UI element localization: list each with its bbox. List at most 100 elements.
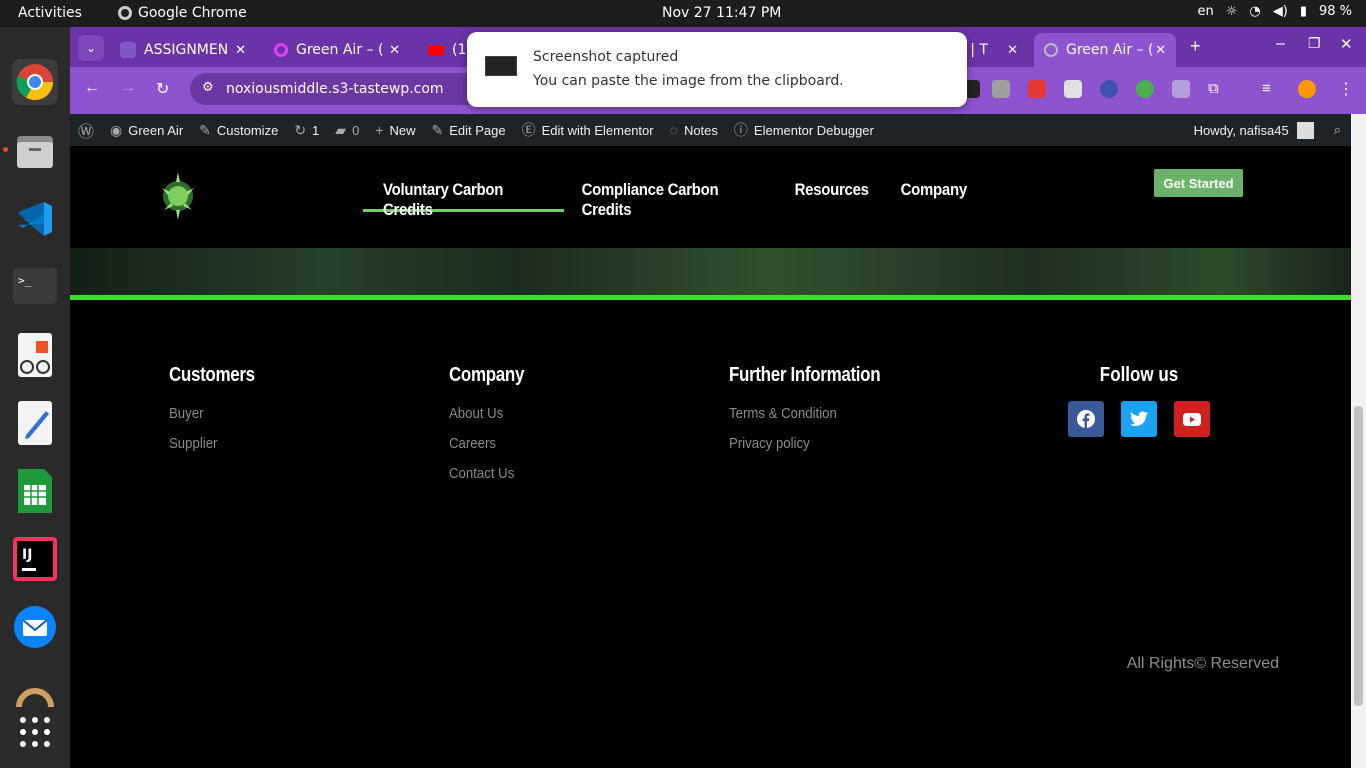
svg-text:IJ: IJ (22, 547, 32, 563)
close-window-icon[interactable]: ✕ (1340, 35, 1353, 53)
nav-compliance-carbon-credits[interactable]: Compliance Carbon Credits (564, 176, 751, 219)
wp-edit-page[interactable]: ✎ Edit Page (424, 122, 514, 139)
tab-search-chevron-icon[interactable]: ⌄ (78, 35, 104, 61)
document-viewer-dock-icon[interactable] (12, 332, 58, 378)
thunderbird-dock-icon[interactable] (12, 604, 58, 650)
pen-extension-icon[interactable] (1172, 80, 1190, 98)
footer-link-supplier[interactable]: Supplier (169, 435, 258, 452)
green-air-logo[interactable] (156, 168, 200, 222)
text-editor-dock-icon[interactable] (12, 400, 58, 446)
notes-extension-icon[interactable] (1064, 80, 1082, 98)
screenshot-notification[interactable]: Screenshot captured You can paste the im… (467, 32, 967, 107)
brightness-icon: ☼ (1225, 4, 1238, 19)
tab-title: Green Air – ( (296, 42, 384, 58)
nav-label: Voluntary Carbon Credits (383, 180, 504, 219)
new-tab-button[interactable]: + (1190, 36, 1201, 57)
puzzle-extensions-icon[interactable]: ⧉ (1208, 80, 1226, 98)
wordpress-icon: Ⓦ (78, 124, 95, 141)
intellij-dock-icon[interactable]: IJ (12, 536, 58, 582)
reload-icon[interactable]: ↻ (156, 79, 169, 99)
nav-voluntary-carbon-credits[interactable]: Voluntary Carbon Credits (363, 176, 564, 219)
wp-comments[interactable]: ▰ 0 (327, 122, 367, 139)
hero-image-strip (70, 248, 1351, 296)
site-info-icon[interactable]: ⚙ (202, 80, 214, 95)
youtube-favicon-icon (428, 44, 444, 56)
spreadsheet-dock-icon[interactable] (12, 468, 58, 514)
facebook-icon[interactable] (1068, 401, 1104, 437)
terminal-dock-icon[interactable]: >_ (12, 263, 58, 309)
footer-link-terms[interactable]: Terms & Condition (729, 405, 886, 422)
show-apps-grid-icon[interactable] (12, 709, 58, 755)
main-navigation: Voluntary Carbon Credits Compliance Carb… (363, 176, 983, 219)
social-icons (1068, 401, 1210, 437)
app-menu[interactable]: Google Chrome (118, 5, 247, 21)
wp-new-content[interactable]: + New (367, 122, 423, 138)
footer-heading-customers: Customers (169, 364, 255, 386)
forward-arrow-icon[interactable]: → (120, 79, 136, 97)
clock[interactable]: Nov 27 11:47 PM (662, 5, 781, 21)
profile-avatar[interactable] (1298, 80, 1316, 98)
system-top-bar: Activities Google Chrome Nov 27 11:47 PM… (0, 0, 1366, 27)
get-started-button[interactable]: Get Started (1154, 169, 1243, 197)
twitter-icon[interactable] (1121, 401, 1157, 437)
tab-green-air-active[interactable]: Green Air – ( ✕ (1034, 33, 1176, 67)
howdy-account[interactable]: Howdy, nafisa45 (1194, 123, 1289, 138)
site-name-label: Green Air (128, 122, 184, 138)
wp-elementor-debugger[interactable]: ⓘ Elementor Debugger (726, 120, 882, 140)
site-header: Voluntary Carbon Credits Compliance Carb… (70, 146, 1351, 248)
pocket-extension-icon[interactable] (1028, 80, 1046, 98)
footer-link-about[interactable]: About Us (449, 405, 527, 422)
tab-assignment[interactable]: ASSIGNMEN ✕ (110, 33, 256, 67)
app-name-label: Google Chrome (138, 5, 247, 21)
back-arrow-icon[interactable]: ← (84, 79, 100, 97)
footer-heading-company: Company (449, 364, 525, 386)
comments-count: 0 (352, 122, 360, 138)
tab-green-air-1[interactable]: Green Air – ( ✕ (264, 33, 410, 67)
footer-col-further-info: Further Information Terms & Condition Pr… (729, 364, 907, 465)
tab-close-icon[interactable]: ✕ (389, 43, 400, 58)
wp-edit-elementor[interactable]: Ⓔ Edit with Elementor (514, 120, 662, 140)
search-icon[interactable]: ⌕ (1334, 122, 1341, 138)
wp-notes[interactable]: ◌ Notes (662, 122, 726, 138)
language-indicator[interactable]: en (1197, 4, 1213, 19)
footer-link-careers[interactable]: Careers (449, 435, 527, 452)
url-text: noxiousmiddle.s3-tastewp.com (226, 81, 444, 97)
tab-close-icon[interactable]: ✕ (1155, 43, 1166, 58)
running-indicator (3, 147, 8, 152)
wp-logo-menu[interactable]: Ⓦ (70, 118, 102, 142)
page-scrollbar[interactable] (1351, 114, 1366, 768)
wp-site-name[interactable]: ◉ Green Air (102, 122, 191, 139)
files-dock-icon[interactable] (12, 128, 58, 174)
customize-label: Customize (216, 122, 279, 138)
wp-updates[interactable]: ↻ 1 (286, 122, 327, 139)
svg-text:>_: >_ (18, 274, 32, 287)
wp-customize[interactable]: ✎ Customize (191, 122, 286, 139)
screenshot-extension-icon[interactable] (992, 80, 1010, 98)
maximize-icon[interactable]: ❐ (1308, 35, 1321, 52)
green-air-favicon-icon (274, 43, 288, 57)
media-control-icon[interactable]: ≡ (1262, 80, 1280, 98)
system-tray[interactable]: en ☼ ◔ ◀) ▮ 98 % (1197, 4, 1352, 19)
gear-extension-icon[interactable] (1100, 80, 1118, 98)
chrome-menu-icon[interactable]: ⋮ (1338, 79, 1354, 99)
website-viewport: Voluntary Carbon Credits Compliance Carb… (70, 146, 1351, 768)
battery-percent: 98 % (1318, 4, 1352, 19)
user-avatar[interactable] (1296, 121, 1314, 139)
nav-resources[interactable]: Resources (777, 176, 870, 212)
footer-link-contact[interactable]: Contact Us (449, 465, 527, 482)
comments-icon: ▰ (335, 121, 347, 138)
vscode-dock-icon[interactable] (12, 196, 58, 242)
scrollbar-thumb[interactable] (1354, 406, 1363, 706)
youtube-icon[interactable] (1174, 401, 1210, 437)
activities-button[interactable]: Activities (18, 5, 82, 21)
tab-close-icon[interactable]: ✕ (1007, 43, 1018, 58)
nav-company[interactable]: Company (883, 176, 971, 212)
footer-link-privacy[interactable]: Privacy policy (729, 435, 886, 452)
nav-voluntary-wrap: Voluntary Carbon Credits (363, 176, 564, 219)
footer-follow-us: Follow us (1068, 364, 1210, 437)
tab-close-icon[interactable]: ✕ (235, 43, 246, 58)
footer-link-buyer[interactable]: Buyer (169, 405, 258, 422)
color-extension-icon[interactable] (1136, 80, 1154, 98)
chrome-dock-icon[interactable] (12, 59, 58, 105)
minimize-icon[interactable]: – (1276, 35, 1285, 53)
